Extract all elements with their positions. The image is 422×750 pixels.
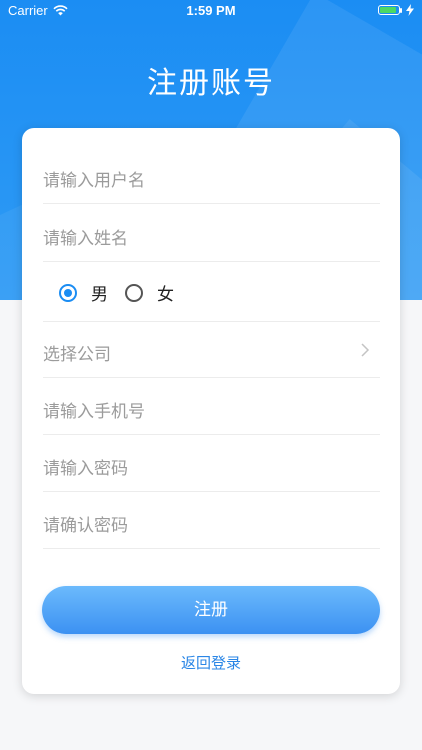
- gender-option-male[interactable]: 男: [59, 280, 108, 305]
- password-placeholder: 请输入密码: [43, 459, 128, 479]
- register-form-card: 请输入用户名 请输入姓名 男 女 选择公司 请输入手机号 请输入密码 请确认密码…: [22, 128, 400, 694]
- phone-placeholder: 请输入手机号: [43, 402, 145, 422]
- phone-field[interactable]: 请输入手机号: [43, 379, 380, 435]
- confirm-password-placeholder: 请确认密码: [43, 516, 128, 536]
- gender-label-female: 女: [157, 285, 174, 305]
- gender-option-female[interactable]: 女: [125, 280, 174, 305]
- charging-bolt-icon: [406, 4, 414, 16]
- status-bar: Carrier 1:59 PM: [0, 0, 422, 22]
- register-screen: Carrier 1:59 PM 注册账号 请输入用户名 请输入姓名 男 女 选择…: [0, 0, 422, 750]
- radio-selected-icon[interactable]: [59, 283, 77, 302]
- chevron-right-icon: [361, 343, 370, 357]
- back-to-login-link[interactable]: 返回登录: [22, 652, 400, 673]
- confirm-password-field[interactable]: 请确认密码: [43, 493, 380, 549]
- register-button[interactable]: 注册: [42, 586, 380, 634]
- page-title: 注册账号: [147, 66, 275, 101]
- battery-level: [380, 7, 396, 13]
- battery-icon: [378, 5, 402, 15]
- status-right: [378, 4, 414, 16]
- company-placeholder: 选择公司: [43, 345, 111, 365]
- company-select[interactable]: 选择公司: [43, 322, 380, 378]
- name-placeholder: 请输入姓名: [43, 229, 128, 249]
- gender-label-male: 男: [91, 285, 108, 305]
- username-placeholder: 请输入用户名: [43, 171, 145, 191]
- gender-selector: 男 女: [43, 262, 380, 322]
- username-field[interactable]: 请输入用户名: [43, 148, 380, 204]
- status-time: 1:59 PM: [186, 3, 236, 18]
- radio-unselected-icon[interactable]: [125, 283, 143, 302]
- name-field[interactable]: 请输入姓名: [43, 206, 380, 262]
- password-field[interactable]: 请输入密码: [43, 436, 380, 492]
